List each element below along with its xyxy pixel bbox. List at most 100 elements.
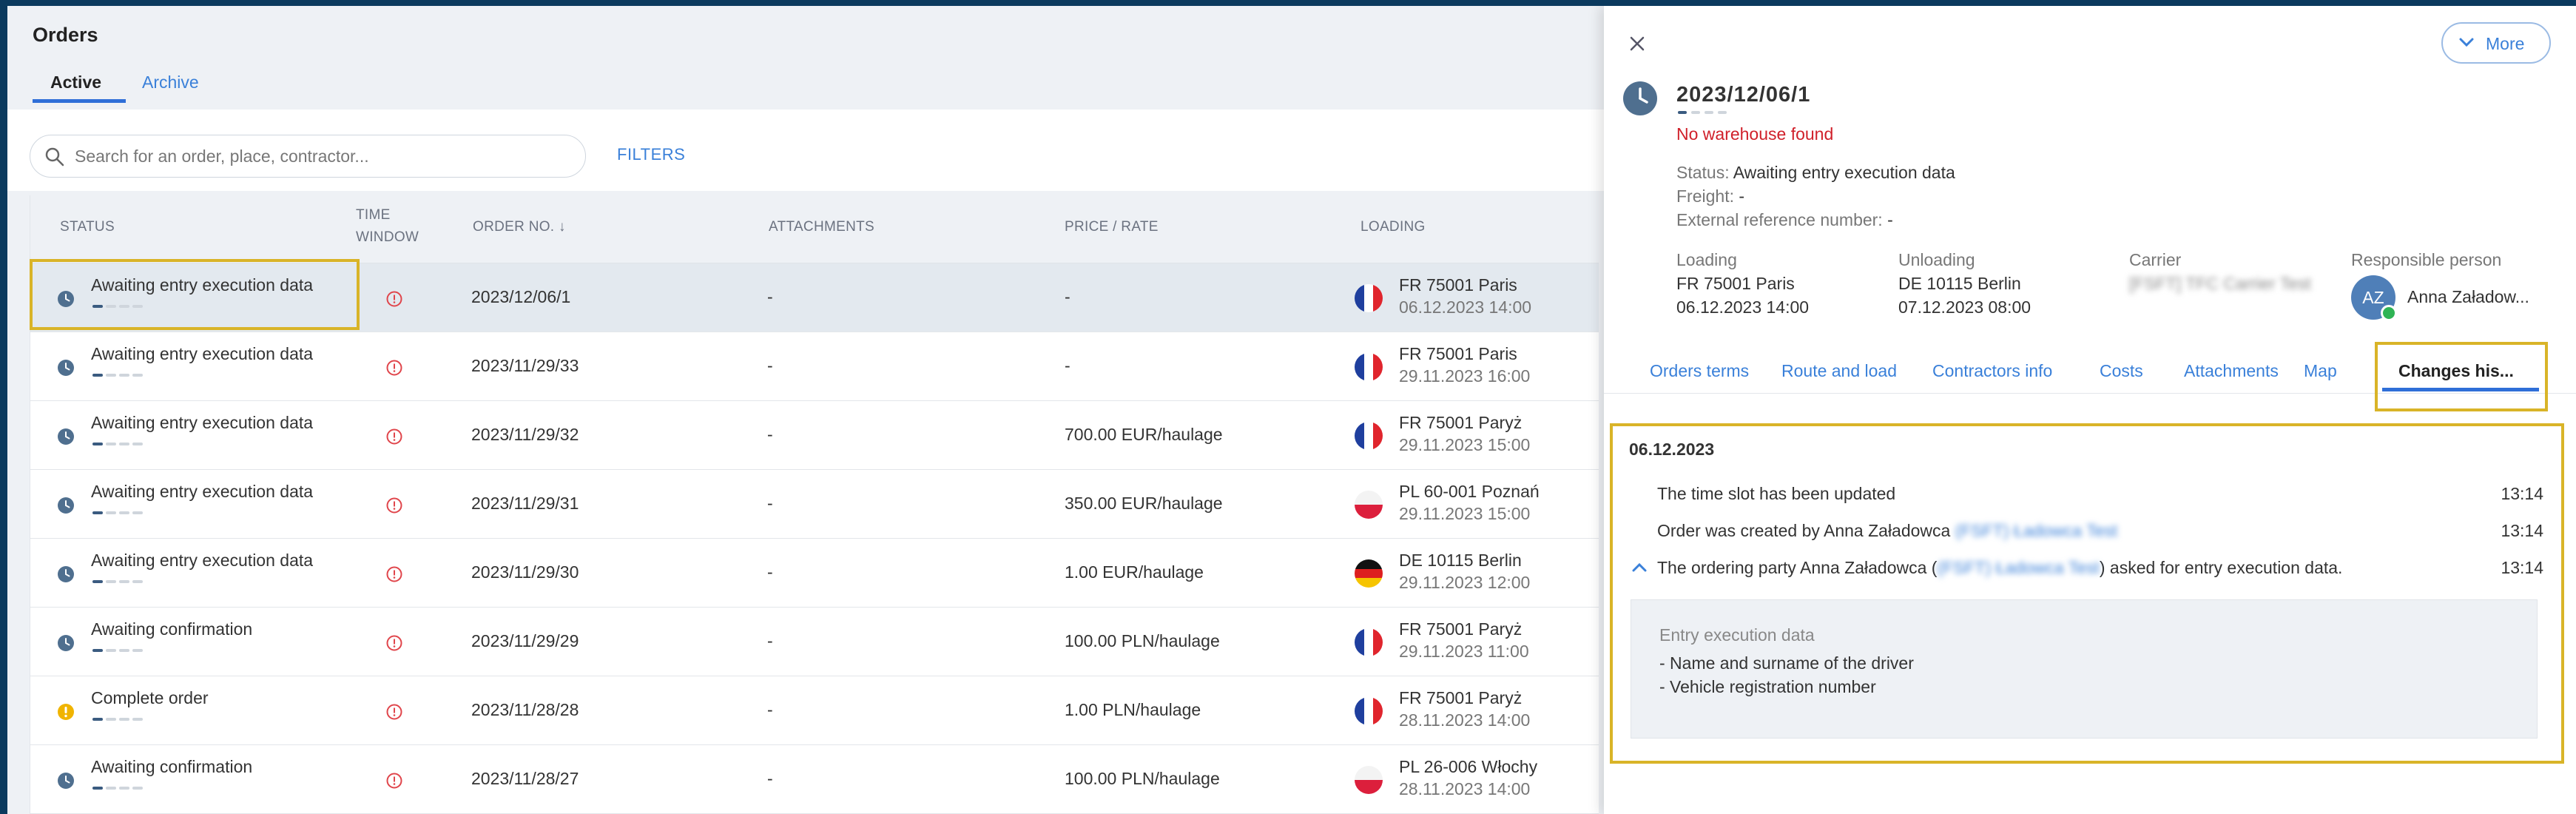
attachments-value: - — [767, 494, 773, 513]
alert-circle-icon[interactable] — [385, 359, 403, 377]
external-ref-meta: External reference number: - — [1676, 210, 1893, 230]
col-status[interactable]: STATUS — [60, 216, 115, 238]
status-text: Awaiting entry execution data — [91, 413, 314, 432]
flag-de-icon — [1355, 559, 1383, 588]
page-title: Orders — [33, 24, 98, 46]
flag-fr-icon — [1355, 284, 1383, 312]
table-row[interactable]: Awaiting entry execution data 2023/11/29/… — [30, 539, 1599, 608]
responsible-person-name[interactable]: Anna Załadow... — [2407, 287, 2529, 307]
search-input[interactable] — [75, 141, 563, 171]
table-row[interactable]: Awaiting entry execution data 2023/11/29/… — [30, 401, 1599, 470]
history-time: 13:14 — [2501, 558, 2543, 577]
price-value: 1.00 PLN/haulage — [1065, 700, 1201, 719]
more-label: More — [2486, 34, 2525, 53]
status-progress — [92, 374, 152, 377]
table-row[interactable]: Awaiting entry execution data 2023/11/29/… — [30, 332, 1599, 401]
order-number[interactable]: 2023/11/29/33 — [471, 356, 579, 376]
tab-contractors-info[interactable]: Contractors info — [1932, 361, 2052, 381]
price-value: - — [1065, 356, 1070, 375]
carrier-value[interactable]: [FSFT] TFC Carrier Test — [2129, 274, 2311, 294]
tab-costs[interactable]: Costs — [2100, 361, 2143, 381]
clock-status-icon — [1623, 81, 1657, 115]
clock-status-icon — [58, 497, 74, 514]
col-price[interactable]: PRICE / RATE — [1065, 216, 1159, 238]
order-number[interactable]: 2023/12/06/1 — [471, 287, 570, 307]
col-order-no[interactable]: ORDER NO. ↓ — [473, 216, 566, 238]
order-number[interactable]: 2023/11/28/28 — [471, 700, 579, 720]
more-button[interactable]: More — [2441, 22, 2551, 64]
alert-circle-icon[interactable] — [385, 703, 403, 721]
clock-status-icon — [58, 428, 74, 445]
history-entry-link[interactable]: (FSFT) Ładowca Test — [1937, 558, 2099, 577]
tab-route-and-load[interactable]: Route and load — [1781, 361, 1897, 381]
tab-changes-history[interactable]: Changes his... — [2398, 361, 2514, 381]
filters-button[interactable]: FILTERS — [617, 145, 685, 164]
status-meta: Status: Awaiting entry execution data — [1676, 163, 1955, 183]
order-number[interactable]: 2023/11/29/30 — [471, 562, 579, 582]
clock-status-icon — [58, 566, 74, 582]
alert-circle-icon[interactable] — [385, 290, 403, 308]
tab-map[interactable]: Map — [2304, 361, 2337, 381]
price-value: 700.00 EUR/haulage — [1065, 425, 1223, 444]
search-box[interactable] — [30, 135, 586, 178]
loading-place: FR 75001 Paryż — [1399, 413, 1523, 432]
loading-date: 29.11.2023 11:00 — [1399, 642, 1529, 661]
flag-pl-icon — [1355, 491, 1383, 519]
status-progress — [92, 305, 152, 308]
price-value: - — [1065, 287, 1070, 306]
col-loading[interactable]: LOADING — [1361, 216, 1426, 238]
order-number[interactable]: 2023/11/29/29 — [471, 631, 579, 651]
price-value: 350.00 EUR/haulage — [1065, 494, 1223, 513]
col-time-window-line2[interactable]: WINDOW — [356, 226, 419, 249]
status-progress — [92, 511, 152, 514]
unloading-place: DE 10115 Berlin — [1898, 274, 2021, 293]
col-time-window-line1[interactable]: TIME — [356, 204, 391, 226]
freight-meta: Freight: - — [1676, 186, 1744, 206]
loading-date: 29.11.2023 16:00 — [1399, 366, 1531, 386]
alert-circle-icon[interactable] — [385, 428, 403, 445]
external-ref-key: External reference number: — [1676, 210, 1883, 229]
clock-status-icon — [58, 360, 74, 376]
detail-line: - Name and surname of the driver — [1659, 653, 1914, 673]
alert-circle-icon[interactable] — [385, 565, 403, 583]
col-order-no-label: ORDER NO. — [473, 219, 555, 235]
order-number[interactable]: 2023/11/29/31 — [471, 494, 579, 514]
price-value: 100.00 PLN/haulage — [1065, 769, 1220, 788]
order-number: 2023/12/06/1 — [1676, 83, 1811, 107]
close-icon[interactable] — [1626, 33, 1648, 55]
col-attachments[interactable]: ATTACHMENTS — [769, 216, 874, 238]
external-ref-value: - — [1887, 210, 1893, 229]
history-entry: Order was created by Anna Załadowca (FSF… — [1657, 521, 2117, 541]
alert-circle-icon[interactable] — [385, 497, 403, 514]
table-row[interactable]: Awaiting confirmation 2023/11/29/29 - 100.0… — [30, 608, 1599, 676]
search-icon — [45, 147, 64, 166]
table-row[interactable]: Awaiting confirmation 2023/11/28/27 - 100.0… — [30, 745, 1599, 814]
loading-date: 28.11.2023 14:00 — [1399, 710, 1531, 730]
order-progress — [1678, 111, 1737, 114]
status-progress — [92, 718, 152, 721]
chevron-up-icon[interactable] — [1632, 562, 1647, 573]
order-number[interactable]: 2023/11/28/27 — [471, 769, 579, 789]
tab-active[interactable]: Active — [50, 73, 101, 92]
loading-date: 28.11.2023 14:00 — [1399, 779, 1531, 798]
alert-circle-icon[interactable] — [385, 634, 403, 652]
tab-orders-terms[interactable]: Orders terms — [1650, 361, 1749, 381]
loading-date: 06.12.2023 14:00 — [1676, 297, 1810, 317]
history-entry-link[interactable]: (FSFT) Ładowca Test — [1955, 521, 2117, 540]
history-entry-text: The ordering party Anna Załadowca ( — [1657, 558, 1938, 577]
flag-fr-icon — [1355, 628, 1383, 656]
loading-place: FR 75001 Paryż — [1399, 688, 1523, 707]
order-number[interactable]: 2023/11/29/32 — [471, 425, 579, 445]
loading-place: FR 75001 Paris — [1399, 344, 1517, 363]
table-row[interactable]: Awaiting entry execution data 2023/11/29/… — [30, 470, 1599, 539]
loading-place: FR 75001 Paris — [1399, 275, 1517, 295]
warning-status-icon — [58, 704, 74, 720]
entry-execution-data-box: Entry execution data - Name and surname … — [1631, 599, 2538, 739]
table-row[interactable]: Awaiting entry execution data 2023/12/06/… — [30, 263, 1599, 332]
tab-archive[interactable]: Archive — [142, 73, 199, 92]
alert-circle-icon[interactable] — [385, 772, 403, 790]
tab-attachments[interactable]: Attachments — [2184, 361, 2279, 381]
clock-status-icon — [58, 291, 74, 307]
table-row[interactable]: Complete order 2023/11/28/28 - 1.00 PLN/hau… — [30, 676, 1599, 745]
status-text: Awaiting entry execution data — [91, 482, 314, 501]
